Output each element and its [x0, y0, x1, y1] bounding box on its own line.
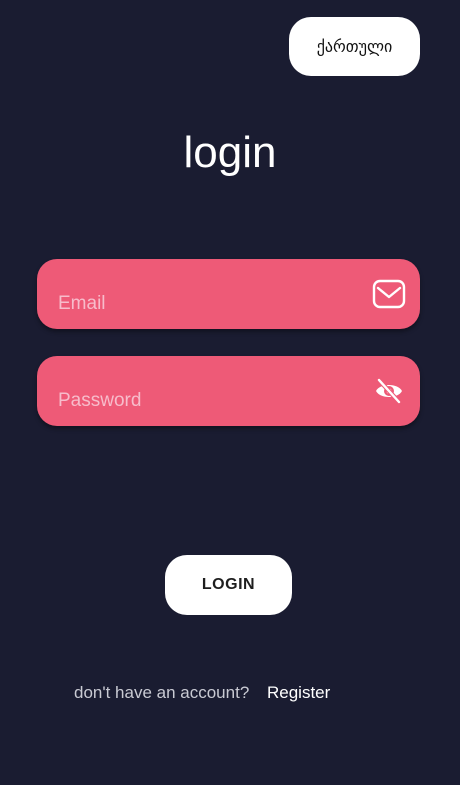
mail-icon: [372, 279, 406, 309]
login-button[interactable]: LOGIN: [165, 555, 292, 615]
no-account-text: don't have an account?: [74, 683, 250, 702]
password-field[interactable]: Password: [37, 356, 420, 426]
eye-off-icon[interactable]: [374, 377, 404, 405]
language-toggle-button[interactable]: ქართული: [289, 17, 420, 76]
password-placeholder: Password: [58, 390, 142, 411]
page-title: login: [183, 128, 277, 177]
email-field[interactable]: Email: [37, 259, 420, 329]
register-link[interactable]: Register: [267, 683, 330, 703]
email-placeholder: Email: [58, 293, 106, 314]
